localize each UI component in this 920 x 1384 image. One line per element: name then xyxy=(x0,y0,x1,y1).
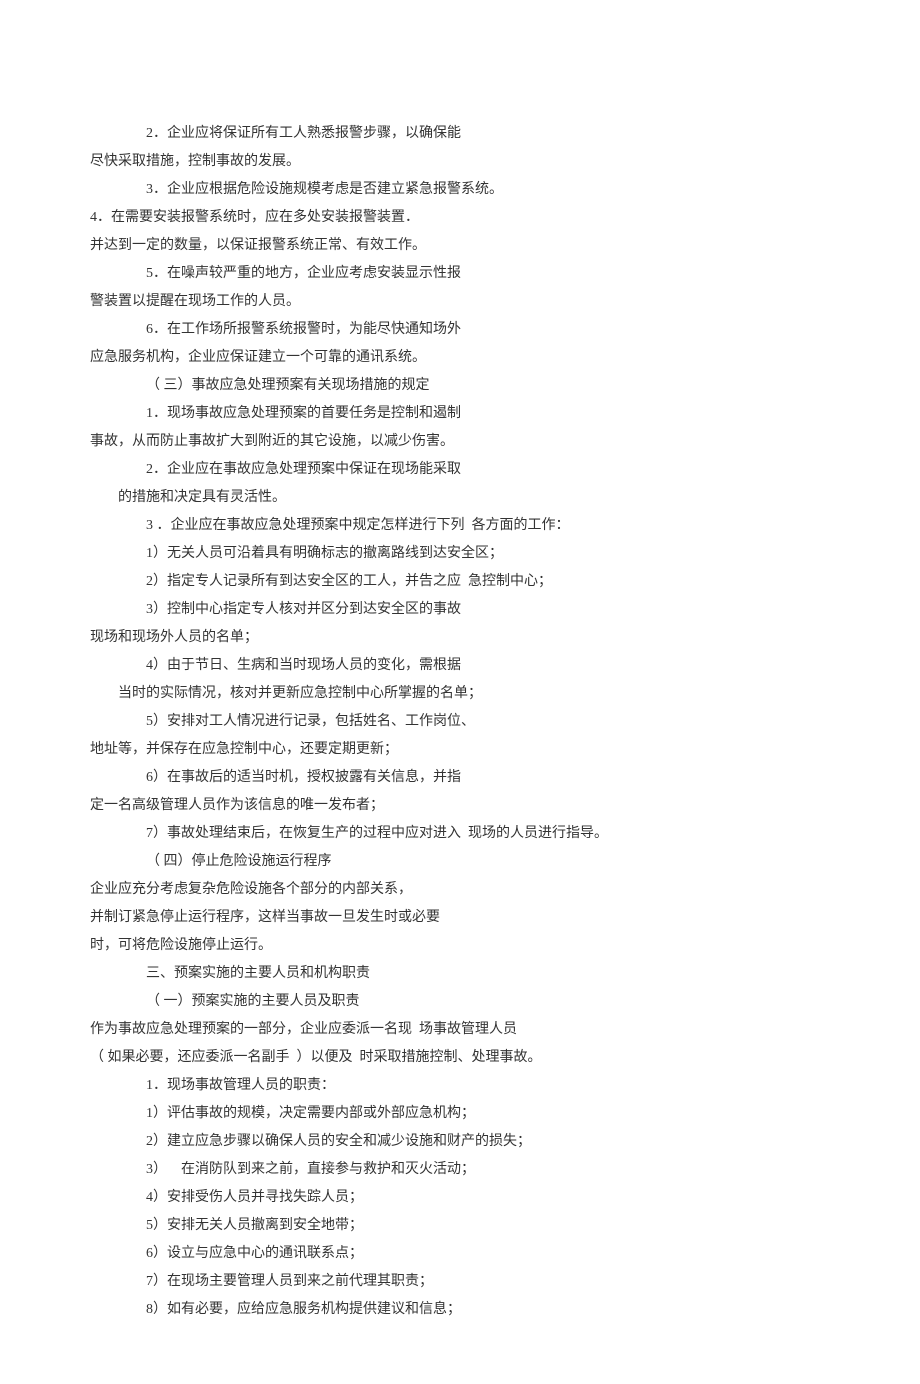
text-line: 企业应充分考虑复杂危险设施各个部分的内部关系， xyxy=(90,876,830,904)
text-line: 6．在工作场所报警系统报警时，为能尽快通知场外 xyxy=(90,316,830,344)
text-line: 警装置以提醒在现场工作的人员。 xyxy=(90,288,830,316)
text-line: 1．现场事故管理人员的职责： xyxy=(90,1072,830,1100)
text-line: 三、预案实施的主要人员和机构职责 xyxy=(90,960,830,988)
text-line: 2）指定专人记录所有到达安全区的工人，并告之应 急控制中心； xyxy=(90,568,830,596)
text-line: （ 如果必要，还应委派一名副手 ）以便及 时采取措施控制、处理事故。 xyxy=(90,1044,830,1072)
text-line: 6）设立与应急中心的通讯联系点； xyxy=(90,1240,830,1268)
text-line: 8）如有必要，应给应急服务机构提供建议和信息； xyxy=(90,1296,830,1324)
text-line: 3）控制中心指定专人核对并区分到达安全区的事故 xyxy=(90,596,830,624)
text-line: 6）在事故后的适当时机，授权披露有关信息，并指 xyxy=(90,764,830,792)
document-body: 2．企业应将保证所有工人熟悉报警步骤，以确保能尽快采取措施，控制事故的发展。3．… xyxy=(90,120,830,1324)
text-line: 7）事故处理结束后，在恢复生产的过程中应对进入 现场的人员进行指导。 xyxy=(90,820,830,848)
text-line: 时，可将危险设施停止运行。 xyxy=(90,932,830,960)
text-line: 事故，从而防止事故扩大到附近的其它设施，以减少伤害。 xyxy=(90,428,830,456)
text-line: 并达到一定的数量，以保证报警系统正常、有效工作。 xyxy=(90,232,830,260)
text-line: 2．企业应将保证所有工人熟悉报警步骤，以确保能 xyxy=(90,120,830,148)
text-line: 2）建立应急步骤以确保人员的安全和减少设施和财产的损失； xyxy=(90,1128,830,1156)
text-line: 4．在需要安装报警系统时，应在多处安装报警装置． xyxy=(90,204,830,232)
text-line: 定一名高级管理人员作为该信息的唯一发布者； xyxy=(90,792,830,820)
text-line: 作为事故应急处理预案的一部分，企业应委派一名现 场事故管理人员 xyxy=(90,1016,830,1044)
text-line: 3 ．企业应在事故应急处理预案中规定怎样进行下列 各方面的工作： xyxy=(90,512,830,540)
text-line: 3） 在消防队到来之前，直接参与救护和灭火活动； xyxy=(90,1156,830,1184)
text-line: 并制订紧急停止运行程序，这样当事故一旦发生时或必要 xyxy=(90,904,830,932)
text-line: （ 三）事故应急处理预案有关现场措施的规定 xyxy=(90,372,830,400)
text-line: 地址等，并保存在应急控制中心，还要定期更新； xyxy=(90,736,830,764)
text-line: 应急服务机构，企业应保证建立一个可靠的通讯系统。 xyxy=(90,344,830,372)
text-line: 5）安排无关人员撤离到安全地带； xyxy=(90,1212,830,1240)
text-line: 当时的实际情况，核对并更新应急控制中心所掌握的名单； xyxy=(90,680,830,708)
text-line: 7）在现场主要管理人员到来之前代理其职责； xyxy=(90,1268,830,1296)
text-line: 5．在噪声较严重的地方，企业应考虑安装显示性报 xyxy=(90,260,830,288)
text-line: 4）由于节日、生病和当时现场人员的变化，需根据 xyxy=(90,652,830,680)
text-line: 2．企业应在事故应急处理预案中保证在现场能采取 xyxy=(90,456,830,484)
text-line: 的措施和决定具有灵活性。 xyxy=(90,484,830,512)
text-line: 1）无关人员可沿着具有明确标志的撤离路线到达安全区； xyxy=(90,540,830,568)
text-line: 现场和现场外人员的名单； xyxy=(90,624,830,652)
text-line: 4）安排受伤人员并寻找失踪人员； xyxy=(90,1184,830,1212)
text-line: 5）安排对工人情况进行记录，包括姓名、工作岗位、 xyxy=(90,708,830,736)
text-line: 1．现场事故应急处理预案的首要任务是控制和遏制 xyxy=(90,400,830,428)
text-line: 3．企业应根据危险设施规模考虑是否建立紧急报警系统。 xyxy=(90,176,830,204)
text-line: （ 四）停止危险设施运行程序 xyxy=(90,848,830,876)
text-line: （ 一）预案实施的主要人员及职责 xyxy=(90,988,830,1016)
text-line: 1）评估事故的规模，决定需要内部或外部应急机构； xyxy=(90,1100,830,1128)
text-line: 尽快采取措施，控制事故的发展。 xyxy=(90,148,830,176)
